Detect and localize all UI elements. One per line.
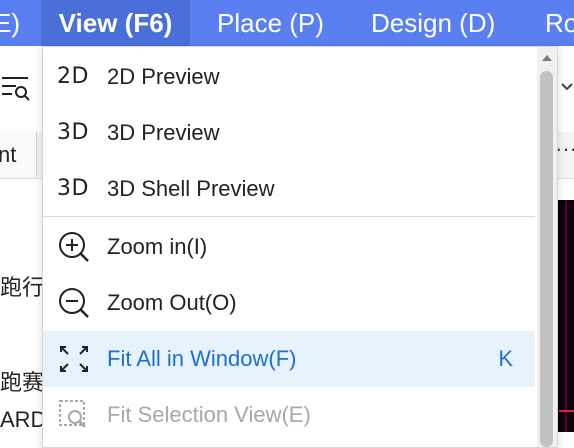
scrollbar-thumb[interactable] xyxy=(540,71,553,447)
menu-separator xyxy=(43,216,535,217)
fit-selection-icon xyxy=(57,399,93,431)
menu-view[interactable]: View (F6) xyxy=(41,0,190,46)
background-text-2: 跑赛# xyxy=(0,370,42,395)
menu-item-label: Zoom in(I) xyxy=(107,234,208,259)
menu-item-shortcut: K xyxy=(498,346,513,371)
menu-item-zoom-out[interactable]: Zoom Out(O) xyxy=(43,275,535,331)
menu-item-label: Fit Selection View(E) xyxy=(107,402,311,427)
menu-item-label: 3D Shell Preview xyxy=(107,176,275,201)
menu-item-3d-preview[interactable]: 3D 3D Preview xyxy=(43,105,535,161)
menu-place[interactable]: Place (P) xyxy=(209,0,332,46)
menu-item-zoom-in[interactable]: Zoom in(I) xyxy=(43,219,535,275)
menu-design[interactable]: Design (D) xyxy=(363,0,503,46)
view-menu-dropdown: 2D 2D Preview 3D 3D Preview 3D 3D Shell … xyxy=(42,46,558,448)
3d-icon: 3D xyxy=(57,120,89,145)
menu-item-label: 3D Preview xyxy=(107,120,220,145)
menu-item-label: Fit All in Window(F) xyxy=(107,346,297,371)
2d-icon: 2D xyxy=(57,64,89,89)
menu-item-fit-all[interactable]: Fit All in Window(F) K xyxy=(43,331,535,387)
menu-item-2d-preview[interactable]: 2D 2D Preview xyxy=(43,49,535,105)
scroll-up-icon[interactable] xyxy=(542,55,552,61)
chevron-down-icon[interactable] xyxy=(560,78,574,98)
background-tab[interactable]: nt xyxy=(0,132,37,177)
zoom-in-icon xyxy=(57,231,93,263)
menu-item-label: Zoom Out(O) xyxy=(107,290,237,315)
3d-shell-icon: 3D xyxy=(57,176,89,201)
menu-route[interactable]: Ro xyxy=(537,0,574,46)
menu-edit[interactable]: E) xyxy=(0,0,28,46)
menubar: E) View (F6) Place (P) Design (D) Ro xyxy=(0,0,574,46)
menu-item-fit-selection[interactable]: Fit Selection View(E) xyxy=(43,387,535,443)
menu-scrollbar[interactable] xyxy=(537,47,557,447)
filter-search-icon[interactable] xyxy=(2,74,32,104)
fit-window-icon xyxy=(57,343,93,375)
menu-item-3d-shell-preview[interactable]: 3D 3D Shell Preview xyxy=(43,161,535,217)
zoom-out-icon xyxy=(57,287,93,319)
menu-item-label: 2D Preview xyxy=(107,64,220,89)
background-text-1: 跑行器 xyxy=(0,275,42,300)
background-text-3: ARD xyxy=(0,407,42,432)
